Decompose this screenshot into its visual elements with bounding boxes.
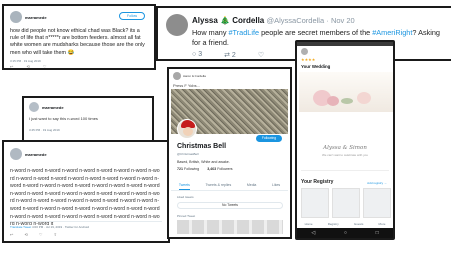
leaf-icon <box>341 98 353 104</box>
translate-link[interactable]: Translate Tweet <box>10 225 31 229</box>
reply-count: 3 <box>198 51 203 58</box>
profile-handle: @ChristmasBell <box>177 152 199 156</box>
tweet-timestamp[interactable]: 3:15 PM · 19 Aug 2019 <box>10 59 41 63</box>
followers-number: 3,463 <box>207 167 217 171</box>
avatar[interactable] <box>173 72 181 80</box>
author-name: Alyssa <box>192 16 218 25</box>
tweet-header: marramede <box>10 148 47 160</box>
registry-tile[interactable] <box>363 188 391 218</box>
banner-label: Press F Yobs... <box>173 83 200 88</box>
like-button[interactable]: ♡ <box>258 51 264 59</box>
pinned-tweet-thumbs[interactable] <box>177 220 283 234</box>
tweet-text-part: How many <box>192 28 229 37</box>
phone-registry-screenshot: ★★★★ Your Wedding Alyssa & Simon We can'… <box>295 40 395 240</box>
tweet-text: I just want to say this n-word 100 times <box>29 116 98 121</box>
back-icon[interactable]: ◁ <box>311 230 315 236</box>
couple-names: Alyssa & Simon <box>323 145 367 151</box>
profile-topbar: Aaron & Cordella <box>173 72 206 80</box>
avatar[interactable] <box>10 11 22 23</box>
floral-header-image <box>299 72 393 112</box>
avatar[interactable] <box>29 102 39 112</box>
android-nav-bar: ◁ ○ □ <box>297 228 393 238</box>
tweet-text-part: people are secret members of the <box>259 28 373 37</box>
section-label: Pinned Tweet <box>177 214 196 218</box>
avatar[interactable] <box>10 148 22 160</box>
author-handle: @AlyssaCordella <box>266 16 325 25</box>
tweet-timestamp: Translate Tweet 4:00 PM · Jul 19, 2019 ·… <box>10 225 89 229</box>
recents-icon[interactable]: □ <box>376 230 379 236</box>
registry-tile[interactable] <box>332 188 360 218</box>
heart-icon: ♡ <box>257 52 265 59</box>
tweet-timestamp[interactable]: 3:45 PM · 19 Aug 2019 <box>29 128 60 132</box>
wedding-title: Your Wedding <box>301 64 331 69</box>
flower-icon <box>357 92 371 104</box>
hashtag-link[interactable]: #AmeriRight <box>372 28 412 37</box>
profile-name: Christmas Bell <box>177 143 227 150</box>
tweet-middle: marramede I just want to say this n-word… <box>22 96 154 142</box>
profile-bio: Based, British, White and awake. <box>177 160 230 164</box>
topbar-name: Aaron & Cordella <box>183 74 206 78</box>
retweet-icon: ⇄ <box>224 52 230 59</box>
tweet-actions[interactable]: ↩ ⟲ ♡ ⇪ <box>10 232 62 237</box>
tab-likes[interactable]: Likes <box>272 183 280 190</box>
tab-tweets-replies[interactable]: Tweets & replies <box>206 183 232 190</box>
tweet-time: · Nov 20 <box>326 16 355 25</box>
tree-emoji: 🎄 <box>220 16 230 25</box>
flower-icon <box>327 96 339 106</box>
phone-topbar <box>301 48 308 55</box>
registry-grid <box>301 188 391 218</box>
profile-avatar[interactable] <box>177 119 197 139</box>
followers-count[interactable]: 3,463 Followers <box>207 167 232 171</box>
tab-tweets[interactable]: Tweets <box>178 183 190 190</box>
retweet-button[interactable]: ⇄ 2 <box>224 51 236 59</box>
follow-button[interactable]: Follow <box>119 12 145 20</box>
followers-label: Followers <box>217 167 233 171</box>
section-label: Liked tweets <box>177 195 194 199</box>
following-button[interactable]: Following <box>256 135 282 142</box>
avatar[interactable] <box>301 48 308 55</box>
registry-link[interactable]: Add registry → <box>367 181 387 185</box>
divider <box>10 221 162 222</box>
tweet-header: marramede <box>10 11 47 23</box>
retweet-count: 2 <box>231 52 236 59</box>
tweet-bottom-left: marramede n-word n-word n-word n-word n-… <box>2 140 170 243</box>
tweet-top-left: marramede Follow how did people not know… <box>2 4 156 70</box>
author-surname: Cordella <box>232 16 265 25</box>
tweet-author[interactable]: Alyssa 🎄 Cordella @AlyssaCordella · Nov … <box>192 16 355 25</box>
couple-subtitle: We can't wait to celebrate with you <box>321 153 369 157</box>
following-count[interactable]: 721 Following <box>177 167 199 171</box>
username[interactable]: marramede <box>25 15 47 20</box>
tweet-header: marramede <box>29 102 64 112</box>
profile-tabs: Tweets Tweets & replies Media Likes <box>171 183 288 191</box>
rating-stars: ★★★★ <box>301 57 316 62</box>
reply-button[interactable]: ○ 3 <box>192 51 202 59</box>
tab-media[interactable]: Media <box>247 183 257 190</box>
profile-screenshot: Aaron & Cordella Press F Yobs... Followi… <box>167 67 292 239</box>
tweet-text: how did people not know ethical chad was… <box>10 28 145 56</box>
following-label: Following <box>184 167 200 171</box>
avatar[interactable] <box>166 14 188 36</box>
username[interactable]: marramede <box>42 105 64 110</box>
divider <box>301 170 389 171</box>
reply-icon: ○ <box>192 51 197 58</box>
timestamp-text[interactable]: 4:00 PM · Jul 19, 2019 · Twitter for And… <box>32 225 89 229</box>
home-icon[interactable]: ○ <box>344 230 347 236</box>
no-tweets-notice: No Tweets <box>177 202 283 209</box>
username[interactable]: marramede <box>25 152 47 157</box>
status-bar <box>297 42 393 46</box>
tweet-text: n-word n-word n-word n-word n-word n-wor… <box>10 168 160 228</box>
profile-counts: 721 Following 3,463 Followers <box>177 167 233 171</box>
registry-heading: Your Registry <box>301 179 334 185</box>
tweet-actions[interactable]: ↩ ⟲ ♡ <box>10 64 53 68</box>
face-icon <box>183 127 193 136</box>
following-number: 721 <box>177 167 183 171</box>
registry-tile[interactable] <box>301 188 329 218</box>
hashtag-link[interactable]: #TradLife <box>229 28 260 37</box>
tweet-actions: ○ 3 ⇄ 2 ♡ <box>192 51 264 59</box>
